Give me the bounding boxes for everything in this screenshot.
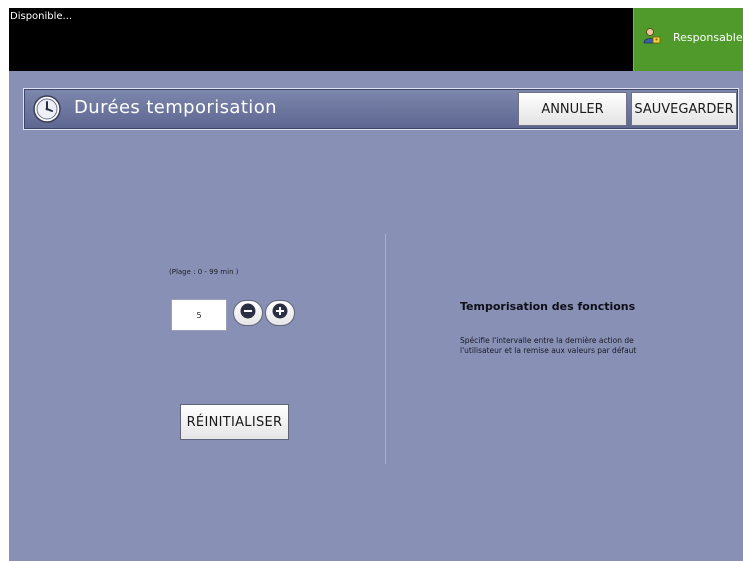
divider xyxy=(385,234,386,464)
description-text: Spécifie l'intervalle entre la dernière … xyxy=(460,336,637,355)
status-bar: Disponible... Responsable xyxy=(9,8,743,71)
cancel-button[interactable]: ANNULER xyxy=(518,92,627,126)
plus-icon xyxy=(272,303,288,323)
range-label: (Plage : 0 - 99 min ) xyxy=(169,268,239,276)
save-button[interactable]: SAUVEGARDER xyxy=(631,92,737,126)
user-key-icon xyxy=(643,27,661,45)
minus-icon xyxy=(240,303,256,323)
clock-icon xyxy=(33,95,61,123)
title-bar: Durées temporisation ANNULER SAUVEGARDER xyxy=(23,88,739,130)
timeout-value-field[interactable]: 5 xyxy=(171,299,227,331)
description-title: Temporisation des fonctions xyxy=(460,300,636,313)
user-label: Responsable xyxy=(673,31,743,44)
user-button[interactable]: Responsable xyxy=(633,8,743,71)
decrement-button[interactable] xyxy=(233,300,263,326)
status-text: Disponible... xyxy=(10,11,73,22)
screen: Disponible... Responsable Durées tempori… xyxy=(9,8,743,561)
increment-button[interactable] xyxy=(265,300,295,326)
reset-button[interactable]: RÉINITIALISER xyxy=(180,404,289,440)
page-title: Durées temporisation xyxy=(74,97,277,118)
